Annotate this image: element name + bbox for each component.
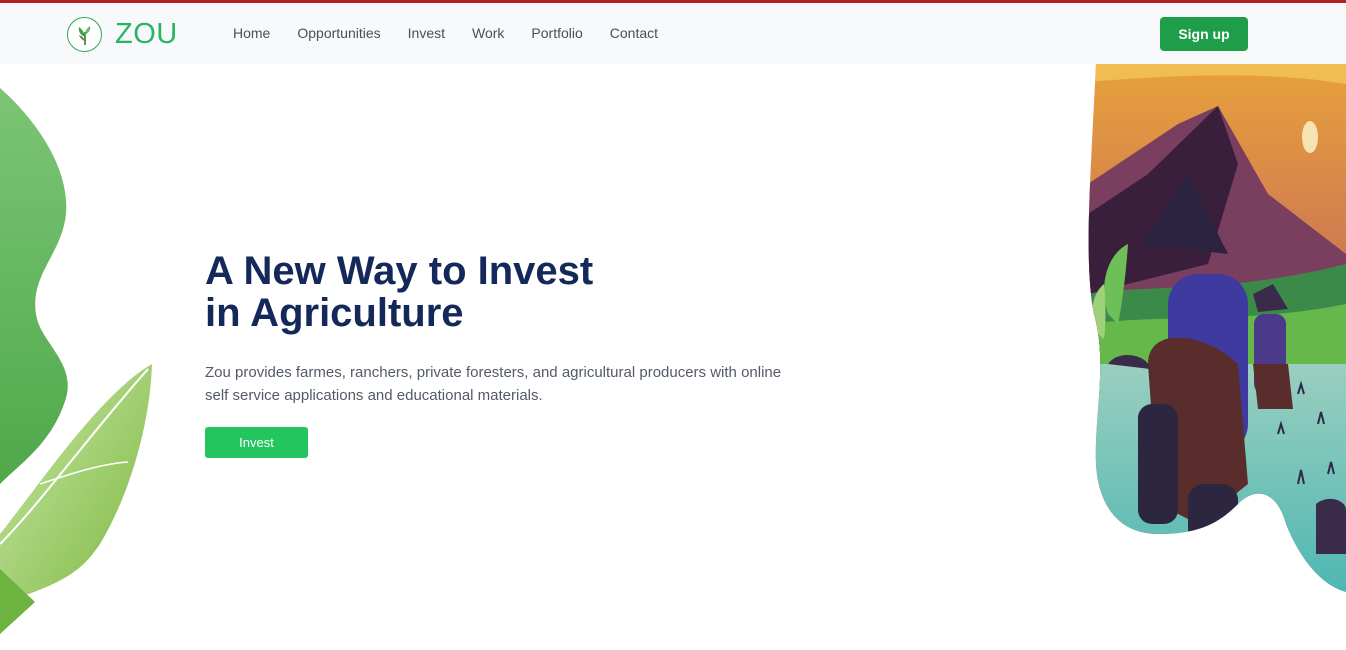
invest-button[interactable]: Invest (205, 427, 308, 458)
leaf-decoration (0, 88, 152, 634)
nav-home[interactable]: Home (233, 25, 270, 41)
hero-description: Zou provides farmes, ranchers, private f… (205, 364, 782, 404)
hero-title: A New Way to Invest in Agriculture (205, 249, 594, 335)
signup-button[interactable]: Sign up (1160, 17, 1248, 51)
navbar: ZOU Home Opportunities Invest Work Portf… (0, 3, 1346, 64)
nav-invest[interactable]: Invest (408, 25, 445, 41)
nav-opportunities[interactable]: Opportunities (297, 25, 380, 41)
plant-logo-icon (67, 17, 102, 52)
nav-links: Home Opportunities Invest Work Portfolio… (233, 25, 685, 41)
nav-portfolio[interactable]: Portfolio (531, 25, 582, 41)
nav-work[interactable]: Work (472, 25, 504, 41)
brand-name: ZOU (115, 18, 178, 50)
logo[interactable]: ZOU (67, 17, 178, 52)
farmers-illustration (1088, 64, 1346, 592)
nav-contact[interactable]: Contact (610, 25, 658, 41)
